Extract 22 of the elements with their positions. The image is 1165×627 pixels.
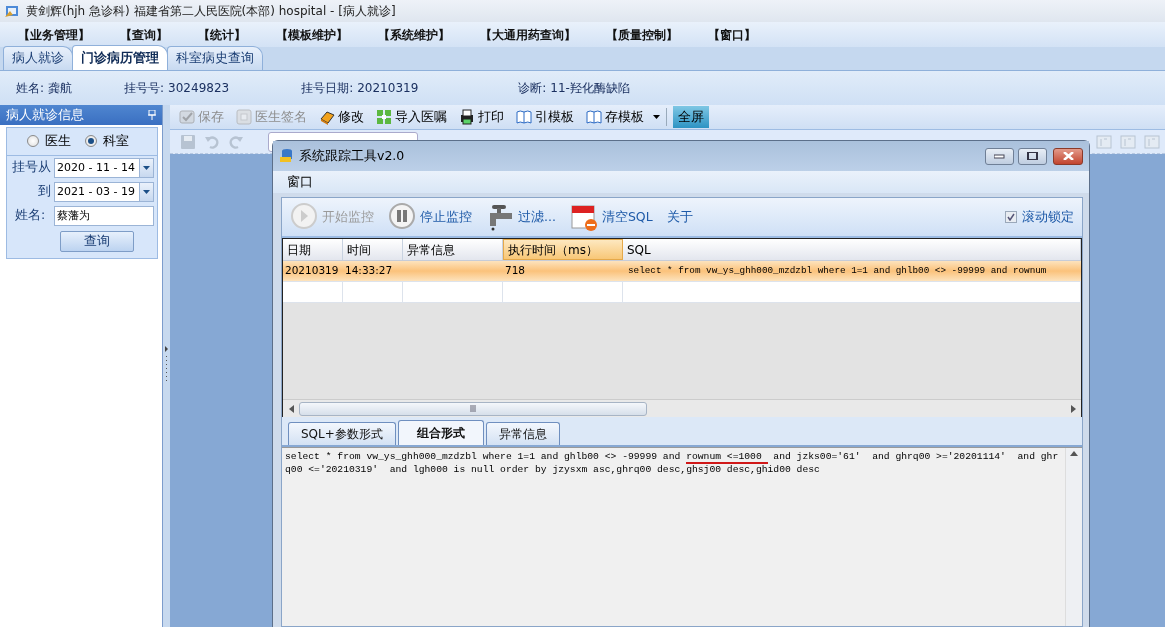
radio-label: 科室 [103,132,129,150]
info-value: 30249823 [168,80,230,97]
table-cell-text: 20210319 [284,263,340,279]
table-cell-text: select * from vw_ys_ghh000_mzdzbl where 1=1 and ghlb00 <> -99999 and rownum [627,264,1048,279]
checkbox-label: 滚动锁定 [1022,207,1074,226]
table-cell-text: 14:33:27 [344,263,394,279]
field-label: 到 [38,182,51,201]
info-label: 诊断: [518,80,547,97]
info-label: 挂号日期: [301,80,354,97]
info-label: 挂号号: [124,80,165,97]
info-label: 姓名: [16,80,45,97]
panel-title: 病人就诊信息 [6,105,84,124]
sql-text: select * from vw_ys_ghh000_mzdzbl where 1=1 and ghlb00 <> -99999 and rownum <=1000 and jzks00='61' and ghrq00 >='20201114' and ghrq00 <='20210319' and lgh000 is null order by jzysxm asc,ghrq00 desc,ghsj00 desc,ghid00 desc [284,450,1060,477]
field-label: 姓名: [15,206,46,225]
radio-label: 医生 [45,132,71,150]
info-value: 龚航 [48,80,73,97]
info-value: 11-羟化酶缺陷 [550,80,630,97]
field-label: 挂号从 [12,158,51,177]
window-title: 黄剑辉(hjh 急诊科) 福建省第二人民医院(本部) hospital - [病人就诊] [26,3,396,20]
window-title: 系统跟踪工具v2.0 [299,146,405,165]
table-cell-text: 718 [504,263,527,279]
info-value: 20210319 [357,80,419,97]
